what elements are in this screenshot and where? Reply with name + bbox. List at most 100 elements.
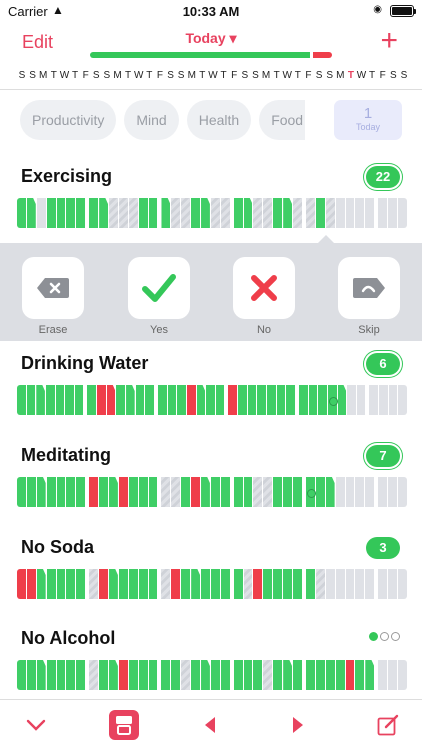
day-cell[interactable] — [388, 477, 397, 507]
day-cell[interactable] — [263, 569, 273, 599]
day-cell[interactable] — [76, 569, 86, 599]
day-cell[interactable] — [26, 660, 36, 690]
day-cell[interactable] — [145, 385, 154, 415]
collapse-icon[interactable] — [22, 711, 50, 739]
day-cell[interactable] — [171, 660, 181, 690]
today-selector[interactable]: 1 Today — [334, 100, 402, 140]
day-cell[interactable] — [305, 660, 315, 690]
day-cell[interactable] — [109, 477, 118, 507]
day-cell[interactable] — [181, 198, 191, 228]
day-cell[interactable] — [263, 660, 273, 690]
day-cell[interactable] — [26, 385, 36, 415]
day-cell[interactable] — [337, 385, 347, 415]
day-cell[interactable] — [365, 477, 375, 507]
day-cell[interactable] — [157, 385, 167, 415]
day-cell[interactable] — [66, 660, 76, 690]
day-cell[interactable] — [186, 385, 196, 415]
day-cell[interactable] — [36, 198, 46, 228]
day-cell[interactable] — [191, 477, 201, 507]
habit-calendar-strip[interactable] — [17, 477, 407, 507]
day-cell[interactable] — [36, 385, 45, 415]
day-cell[interactable] — [293, 569, 302, 599]
day-cell[interactable] — [109, 198, 118, 228]
day-cell[interactable] — [243, 198, 253, 228]
day-cell[interactable] — [76, 477, 86, 507]
day-cell[interactable] — [233, 477, 243, 507]
day-cell[interactable] — [66, 569, 76, 599]
day-cell[interactable] — [398, 385, 407, 415]
day-cell[interactable] — [191, 198, 201, 228]
day-cell[interactable] — [257, 385, 267, 415]
day-cell[interactable] — [99, 198, 109, 228]
day-cell[interactable] — [17, 477, 26, 507]
day-cell[interactable] — [148, 569, 158, 599]
day-cell[interactable] — [273, 569, 283, 599]
day-cell[interactable] — [305, 477, 316, 507]
day-cell[interactable] — [171, 569, 181, 599]
day-cell[interactable] — [46, 198, 56, 228]
day-cell[interactable] — [379, 385, 388, 415]
day-cell[interactable] — [243, 569, 253, 599]
day-cell[interactable] — [365, 569, 375, 599]
day-cell[interactable] — [220, 660, 230, 690]
day-cell[interactable] — [315, 477, 325, 507]
day-cell[interactable] — [273, 660, 283, 690]
day-cell[interactable] — [293, 477, 302, 507]
day-cell[interactable] — [26, 569, 36, 599]
day-cell[interactable] — [55, 385, 65, 415]
day-cell[interactable] — [161, 569, 171, 599]
day-cell[interactable] — [388, 198, 397, 228]
habit-calendar-strip[interactable] — [17, 198, 407, 228]
day-cell[interactable] — [177, 385, 186, 415]
day-cell[interactable] — [118, 477, 128, 507]
day-cell[interactable] — [17, 385, 26, 415]
day-cell[interactable] — [220, 569, 230, 599]
day-cell[interactable] — [128, 198, 138, 228]
chip-mind[interactable]: Mind — [124, 100, 179, 140]
plus-icon[interactable]: + — [380, 26, 398, 56]
day-cell[interactable] — [66, 198, 76, 228]
day-cell[interactable] — [345, 198, 355, 228]
habit-calendar-strip[interactable] — [17, 660, 407, 690]
previous-icon[interactable] — [198, 711, 222, 739]
day-cell[interactable] — [56, 198, 66, 228]
day-cell[interactable] — [267, 385, 276, 415]
day-cell[interactable] — [378, 198, 388, 228]
day-cell[interactable] — [109, 569, 118, 599]
day-cell[interactable] — [318, 385, 327, 415]
day-cell[interactable] — [293, 660, 302, 690]
day-cell[interactable] — [17, 569, 26, 599]
day-cell[interactable] — [128, 660, 138, 690]
day-cell[interactable] — [273, 198, 283, 228]
day-cell[interactable] — [138, 198, 148, 228]
day-cell[interactable] — [220, 198, 230, 228]
day-cell[interactable] — [76, 198, 86, 228]
day-cell[interactable] — [128, 477, 138, 507]
day-cell[interactable] — [181, 477, 191, 507]
day-cell[interactable] — [308, 385, 318, 415]
day-cell[interactable] — [181, 660, 191, 690]
day-cell[interactable] — [378, 569, 388, 599]
day-cell[interactable] — [369, 385, 379, 415]
day-cell[interactable] — [243, 660, 253, 690]
archive-icon[interactable] — [109, 710, 139, 740]
day-cell[interactable] — [99, 569, 109, 599]
day-cell[interactable] — [378, 477, 388, 507]
day-cell[interactable] — [388, 569, 397, 599]
day-cell[interactable] — [345, 569, 355, 599]
day-cell[interactable] — [210, 660, 220, 690]
day-cell[interactable] — [286, 385, 295, 415]
day-cell[interactable] — [46, 660, 56, 690]
no-button[interactable]: No — [233, 257, 295, 336]
day-cell[interactable] — [45, 385, 55, 415]
day-cell[interactable] — [99, 477, 109, 507]
day-cell[interactable] — [138, 477, 148, 507]
day-cell[interactable] — [325, 569, 335, 599]
day-cell[interactable] — [109, 660, 118, 690]
day-cell[interactable] — [167, 385, 177, 415]
day-cell[interactable] — [335, 198, 345, 228]
day-cell[interactable] — [243, 477, 253, 507]
day-cell[interactable] — [89, 477, 99, 507]
day-cell[interactable] — [201, 477, 210, 507]
day-cell[interactable] — [315, 660, 325, 690]
